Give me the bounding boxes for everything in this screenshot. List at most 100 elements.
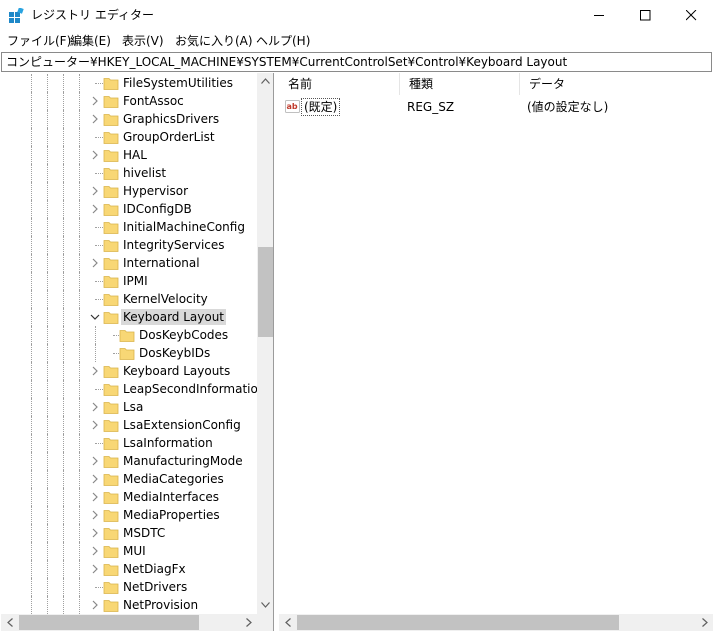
tree-node[interactable]: LsaExtensionConfig [1, 416, 257, 434]
chevron-right-icon[interactable] [89, 113, 101, 125]
tree-guide-line [47, 236, 48, 254]
tree-node[interactable]: MUI [1, 542, 257, 560]
folder-icon [103, 75, 119, 91]
chevron-right-icon[interactable] [89, 545, 101, 557]
tree-node[interactable]: MSDTC [1, 524, 257, 542]
address-bar[interactable]: コンピューター¥HKEY_LOCAL_MACHINE¥SYSTEM¥Curren… [1, 52, 712, 72]
chevron-right-icon[interactable] [89, 95, 101, 107]
tree-guide-line [79, 488, 80, 506]
tree-node[interactable]: NetDiagFx [1, 560, 257, 578]
chevron-right-icon[interactable] [89, 563, 101, 575]
chevron-right-icon[interactable] [89, 455, 101, 467]
tree-guide-line [63, 488, 64, 506]
tree-guide-line [63, 398, 64, 416]
chevron-right-icon[interactable] [89, 203, 101, 215]
scrollbar-corner [257, 614, 273, 631]
chevron-right-icon[interactable] [89, 599, 101, 611]
minimize-button[interactable] [576, 0, 622, 31]
scroll-right-icon[interactable] [240, 614, 257, 631]
menu-bar: ファイル(F) 編集(E) 表示(V) お気に入り(A) ヘルプ(H) [0, 31, 714, 51]
close-button[interactable] [668, 0, 714, 31]
menu-help[interactable]: ヘルプ(H) [256, 33, 310, 49]
chevron-right-icon[interactable] [89, 257, 101, 269]
tree-node[interactable]: IDConfigDB [1, 200, 257, 218]
tree-guide-line [79, 434, 80, 452]
tree-guide-line [63, 218, 64, 236]
menu-view[interactable]: 表示(V) [122, 33, 164, 49]
chevron-right-icon[interactable] [89, 419, 101, 431]
menu-edit[interactable]: 編集(E) [70, 33, 111, 49]
column-header-name[interactable]: 名前 [279, 73, 400, 95]
chevron-right-icon[interactable] [89, 509, 101, 521]
tree-node[interactable]: InitialMachineConfig [1, 218, 257, 236]
values-list-pane: 名前 種類 データ ab (既定) REG_SZ (値の設定なし) [279, 73, 713, 631]
chevron-right-icon[interactable] [89, 473, 101, 485]
tree-horizontal-scroll-thumb[interactable] [19, 615, 199, 630]
tree-node[interactable]: GroupOrderList [1, 128, 257, 146]
tree-node[interactable]: hivelist [1, 164, 257, 182]
tree-node[interactable]: IntegrityServices [1, 236, 257, 254]
column-header-type[interactable]: 種類 [400, 73, 520, 95]
tree-guide-line [47, 416, 48, 434]
tree-node-label: IDConfigDB [123, 202, 192, 216]
tree-node[interactable]: Hypervisor [1, 182, 257, 200]
list-horizontal-scroll-thumb[interactable] [297, 615, 619, 630]
tree-node[interactable]: Lsa [1, 398, 257, 416]
tree-horizontal-scrollbar[interactable] [1, 614, 257, 631]
menu-file[interactable]: ファイル(F) [7, 33, 71, 49]
column-header-data[interactable]: データ [520, 73, 713, 95]
tree-guide-line [47, 596, 48, 614]
tree-guide-line [79, 542, 80, 560]
tree-node[interactable]: IPMI [1, 272, 257, 290]
tree-node[interactable]: NetProvision [1, 596, 257, 614]
tree-node[interactable]: HAL [1, 146, 257, 164]
tree-guide-line [31, 452, 32, 470]
chevron-right-icon[interactable] [89, 491, 101, 503]
value-type: REG_SZ [407, 100, 455, 114]
tree-guide-line [63, 182, 64, 200]
tree-guide-line [31, 308, 32, 326]
scroll-up-icon[interactable] [257, 73, 273, 90]
tree-node[interactable]: DosKeybCodes [1, 326, 257, 344]
tree-guide-line [79, 380, 80, 398]
tree-node[interactable]: NetDrivers [1, 578, 257, 596]
tree-node[interactable]: GraphicsDrivers [1, 110, 257, 128]
chevron-right-icon[interactable] [89, 185, 101, 197]
maximize-button[interactable] [622, 0, 668, 31]
value-name: (既定) [301, 98, 341, 116]
tree-node[interactable]: International [1, 254, 257, 272]
tree-guide-line [63, 146, 64, 164]
value-row[interactable]: ab (既定) REG_SZ (値の設定なし) [279, 97, 713, 117]
tree-guide-line [47, 218, 48, 236]
tree-guide-line [79, 560, 80, 578]
list-horizontal-scrollbar[interactable] [279, 614, 713, 631]
chevron-down-icon[interactable] [89, 311, 101, 323]
chevron-right-icon[interactable] [89, 365, 101, 377]
tree-vertical-scroll-thumb[interactable] [258, 247, 273, 337]
tree-node[interactable]: MediaInterfaces [1, 488, 257, 506]
list-scroll-left-icon[interactable] [279, 614, 296, 631]
scroll-down-icon[interactable] [257, 597, 273, 614]
tree-vertical-scrollbar[interactable] [257, 73, 273, 614]
tree-node[interactable]: MediaCategories [1, 470, 257, 488]
tree-node-label: ManufacturingMode [123, 454, 243, 468]
chevron-right-icon[interactable] [89, 527, 101, 539]
chevron-right-icon[interactable] [89, 149, 101, 161]
tree-node[interactable]: LsaInformation [1, 434, 257, 452]
list-scroll-right-icon[interactable] [696, 614, 713, 631]
tree-node[interactable]: Keyboard Layouts [1, 362, 257, 380]
tree-node[interactable]: ManufacturingMode [1, 452, 257, 470]
scroll-left-icon[interactable] [1, 614, 18, 631]
minimize-icon [594, 15, 604, 16]
menu-favorites[interactable]: お気に入り(A) [175, 33, 253, 49]
tree-node[interactable]: Keyboard Layout [1, 308, 257, 326]
tree-node[interactable]: DosKeybIDs [1, 344, 257, 362]
tree-guide-line [31, 362, 32, 380]
tree-node-label: hivelist [123, 166, 167, 180]
tree-node[interactable]: KernelVelocity [1, 290, 257, 308]
tree-node[interactable]: LeapSecondInformation [1, 380, 265, 398]
tree-node[interactable]: FontAssoc [1, 92, 257, 110]
tree-node[interactable]: FileSystemUtilities [1, 74, 257, 92]
tree-node[interactable]: MediaProperties [1, 506, 257, 524]
chevron-right-icon[interactable] [89, 401, 101, 413]
